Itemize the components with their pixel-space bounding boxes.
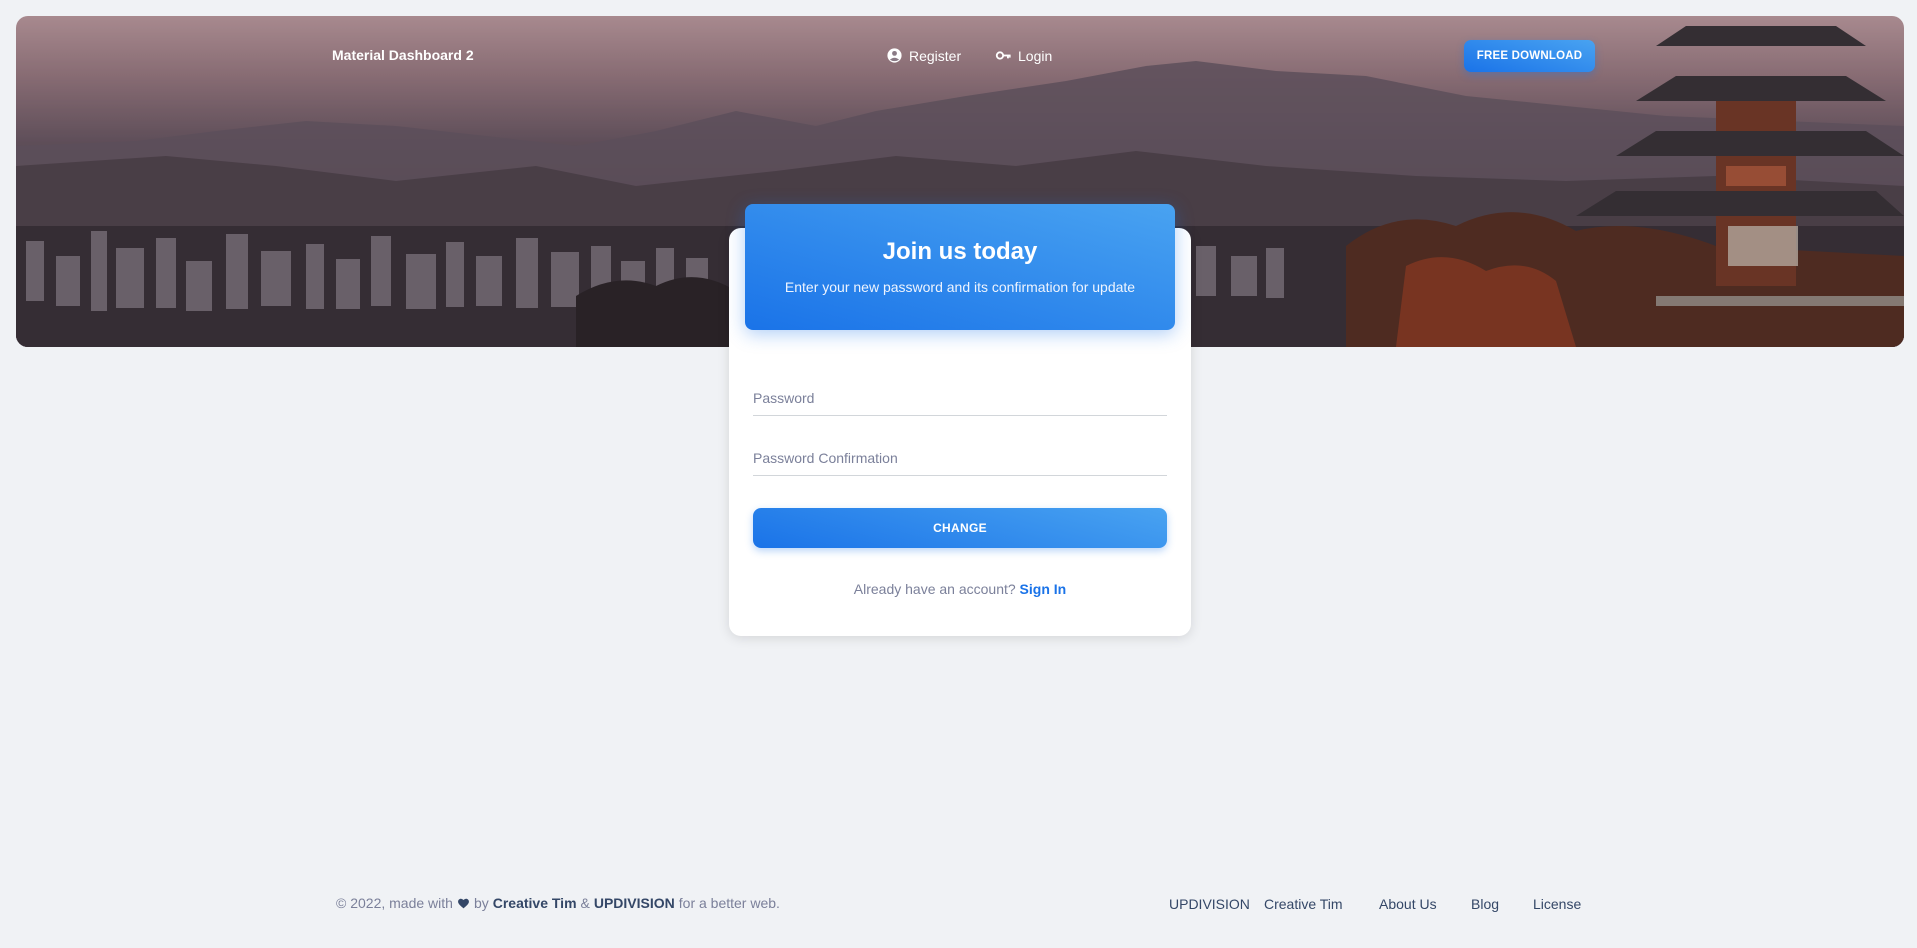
copyright-amp: & <box>580 895 590 911</box>
signin-prompt-row: Already have an account? Sign In <box>729 581 1191 597</box>
password-confirmation-input[interactable] <box>753 441 1167 476</box>
account-circle-icon <box>887 48 902 63</box>
key-icon <box>995 51 1011 60</box>
nav-link-login[interactable]: Login <box>995 47 1052 64</box>
copyright-by: by <box>473 895 489 911</box>
free-download-button[interactable]: Free Download <box>1464 40 1595 72</box>
footer-copyright: © 2022, made with by Creative Tim & UPDI… <box>336 895 780 911</box>
footer-link-creative-tim[interactable]: Creative Tim <box>1264 896 1343 912</box>
card-title: Join us today <box>882 238 1038 265</box>
change-button[interactable]: Change <box>753 508 1167 548</box>
password-input[interactable] <box>753 381 1167 416</box>
creative-tim-credit: Creative Tim <box>492 895 577 911</box>
copyright-prefix: © 2022, made with <box>336 895 453 911</box>
copyright-suffix: for a better web. <box>678 895 780 911</box>
updivision-credit: UPDIVISION <box>593 895 675 911</box>
footer-link-blog[interactable]: Blog <box>1471 896 1499 912</box>
nav-link-register-label: Register <box>909 47 962 64</box>
nav-link-register[interactable]: Register <box>886 47 961 64</box>
sign-in-link[interactable]: Sign In <box>1020 581 1067 597</box>
card-header: Join us today Enter your new password an… <box>745 204 1175 330</box>
card-subtitle: Enter your new password and its confirma… <box>784 279 1136 295</box>
footer-link-license[interactable]: License <box>1533 896 1581 912</box>
signin-prompt-text: Already have an account? <box>853 581 1016 597</box>
footer-link-updivision[interactable]: UPDIVISION <box>1169 896 1250 912</box>
nav-link-login-label: Login <box>1018 47 1053 64</box>
footer-link-about-us[interactable]: About Us <box>1379 896 1437 912</box>
heart-icon <box>458 898 469 908</box>
brand-name[interactable]: Material Dashboard 2 <box>332 47 474 63</box>
